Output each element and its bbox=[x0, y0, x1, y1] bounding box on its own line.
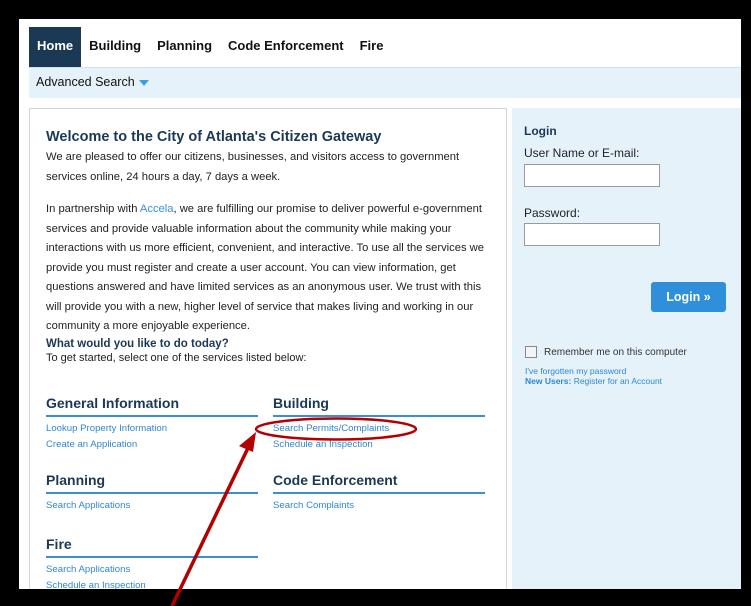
lookup-property-link[interactable]: Lookup Property Information bbox=[46, 423, 258, 435]
password-label: Password: bbox=[524, 206, 581, 220]
tab-building[interactable]: Building bbox=[81, 27, 149, 67]
advanced-search-label: Advanced Search bbox=[36, 75, 135, 89]
search-complaints-link[interactable]: Search Complaints bbox=[273, 500, 485, 512]
caret-down-icon bbox=[138, 79, 149, 86]
section-general-information: General Information Lookup Property Info… bbox=[46, 395, 258, 451]
schedule-inspection-link[interactable]: Schedule an Inspection bbox=[273, 439, 485, 451]
section-building: Building Search Permits/Complaints Sched… bbox=[273, 395, 485, 451]
section-title: Planning bbox=[46, 472, 258, 494]
new-users-label: New Users: bbox=[525, 376, 572, 386]
paragraph-text: In partnership with bbox=[46, 203, 140, 215]
login-title: Login bbox=[524, 124, 557, 138]
welcome-title: Welcome to the City of Atlanta's Citizen… bbox=[46, 129, 382, 145]
section-title: Fire bbox=[46, 536, 258, 558]
accela-link[interactable]: Accela bbox=[140, 203, 174, 215]
sub-nav-bar: Advanced Search bbox=[29, 67, 741, 98]
new-users-row: New Users: Register for an Account bbox=[525, 376, 662, 386]
main-content: Welcome to the City of Atlanta's Citizen… bbox=[29, 108, 507, 589]
section-planning: Planning Search Applications bbox=[46, 472, 258, 512]
fire-search-link[interactable]: Search Applications bbox=[46, 564, 258, 576]
fire-schedule-inspection-link[interactable]: Schedule an Inspection bbox=[46, 580, 258, 589]
login-button[interactable]: Login » bbox=[651, 282, 726, 312]
question-subtitle: To get started, select one of the servic… bbox=[46, 352, 307, 364]
forgot-password-link[interactable]: I've forgotten my password bbox=[525, 366, 626, 376]
welcome-paragraph-2: In partnership with Accela, we are fulfi… bbox=[46, 200, 496, 337]
register-link[interactable]: Register for an Account bbox=[574, 376, 662, 386]
planning-search-link[interactable]: Search Applications bbox=[46, 500, 258, 512]
remember-me[interactable]: Remember me on this computer bbox=[525, 346, 687, 358]
username-input[interactable] bbox=[524, 164, 660, 187]
password-input[interactable] bbox=[524, 223, 660, 246]
tab-planning[interactable]: Planning bbox=[149, 27, 220, 67]
tab-home[interactable]: Home bbox=[29, 27, 82, 73]
section-title: Code Enforcement bbox=[273, 472, 485, 494]
remember-label: Remember me on this computer bbox=[544, 346, 687, 358]
welcome-paragraph-1: We are pleased to offer our citizens, bu… bbox=[46, 151, 460, 183]
section-code-enforcement: Code Enforcement Search Complaints bbox=[273, 472, 485, 512]
question-title: What would you like to do today? bbox=[46, 338, 229, 350]
login-panel: Login User Name or E-mail: Password: Log… bbox=[512, 108, 741, 589]
remember-checkbox[interactable] bbox=[525, 346, 537, 358]
tab-fire[interactable]: Fire bbox=[352, 27, 392, 67]
section-title: General Information bbox=[46, 395, 258, 417]
top-nav: Home Building Planning Code Enforcement … bbox=[29, 27, 392, 73]
browser-frame: Home Building Planning Code Enforcement … bbox=[19, 19, 741, 589]
search-permits-link[interactable]: Search Permits/Complaints bbox=[273, 423, 485, 435]
username-label: User Name or E-mail: bbox=[524, 146, 640, 160]
tab-code-enforcement[interactable]: Code Enforcement bbox=[220, 27, 352, 67]
advanced-search-menu[interactable]: Advanced Search bbox=[36, 75, 149, 89]
paragraph-text: , we are fulfilling our promise to deliv… bbox=[46, 203, 484, 332]
create-application-link[interactable]: Create an Application bbox=[46, 439, 258, 451]
section-fire: Fire Search Applications Schedule an Ins… bbox=[46, 536, 258, 589]
section-title: Building bbox=[273, 395, 485, 417]
